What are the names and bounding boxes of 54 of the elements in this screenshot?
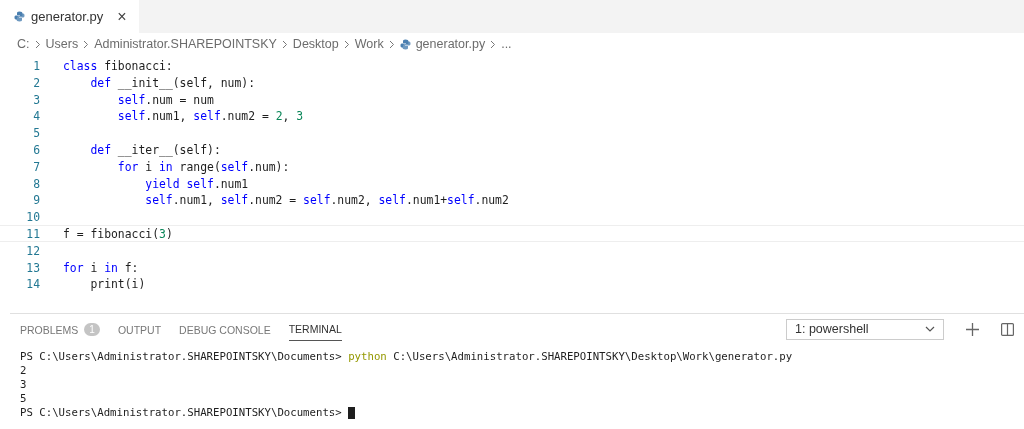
split-icon[interactable] bbox=[1001, 322, 1014, 336]
breadcrumb-item[interactable]: Work bbox=[354, 37, 384, 51]
line-number: 11 bbox=[25, 225, 40, 241]
panel-tab[interactable]: TERMINAL bbox=[288, 317, 342, 341]
terminal-line: 5 bbox=[20, 392, 27, 406]
line-number: 12 bbox=[25, 242, 40, 258]
python-file-icon bbox=[399, 38, 411, 50]
terminal-line: 2 bbox=[20, 364, 27, 378]
panel-tab[interactable]: DEBUG CONSOLE bbox=[179, 317, 271, 341]
line-number: 7 bbox=[32, 158, 40, 174]
chevron-icon bbox=[925, 326, 935, 332]
chevron-icon bbox=[281, 39, 288, 49]
code-line: def __iter__(self): bbox=[89, 142, 221, 157]
terminal-line: PS C:\Users\Administrator.SHAREPOINTSKY\Documents> bbox=[20, 406, 343, 420]
breadcrumb-item[interactable]: generator.py bbox=[415, 37, 486, 51]
chevron-icon bbox=[388, 39, 395, 49]
editor-tab[interactable]: generator.py × bbox=[0, 0, 139, 33]
line-number: 9 bbox=[32, 192, 40, 208]
code-line: self.num1, self.num2 = 2, 3 bbox=[116, 108, 304, 124]
code-line: class fibonacci: bbox=[63, 58, 173, 73]
close-icon[interactable]: × bbox=[117, 7, 127, 26]
chevron-icon bbox=[490, 39, 497, 49]
line-number: 5 bbox=[32, 125, 40, 140]
chevron-icon bbox=[343, 39, 350, 49]
code-line: print(i) bbox=[89, 276, 146, 292]
code-line: for i in f: bbox=[63, 259, 139, 275]
breadcrumb-item[interactable]: Users bbox=[45, 37, 79, 51]
terminal-line: PS C:\Users\Administrator.SHAREPOINTSKY\Documents> python C:\Users\Administrator.SHAREPOINTSKY\Desktop\Work\generator.py bbox=[20, 350, 793, 364]
chevron-icon bbox=[83, 39, 90, 49]
code-line: for i in range(self.num): bbox=[116, 158, 290, 174]
code-line: self.num = num bbox=[116, 91, 214, 107]
code-line: def __init__(self, num): bbox=[89, 74, 256, 90]
panel-tab[interactable]: OUTPUT bbox=[117, 317, 162, 341]
breadcrumb-item[interactable]: Desktop bbox=[292, 37, 339, 51]
terminal-dropdown[interactable]: 1: powershell bbox=[786, 318, 944, 340]
line-number: 1 bbox=[32, 58, 40, 73]
line-number: 6 bbox=[32, 142, 40, 157]
breadcrumb-item[interactable]: Administrator.SHAREPOINTSKY bbox=[94, 37, 277, 51]
breadcrumb-item[interactable]: ... bbox=[501, 37, 512, 51]
code-line: self.num1, self.num2 = self.num2, self.num1+self.num2 bbox=[144, 192, 509, 208]
python-file-icon bbox=[14, 11, 25, 22]
breadcrumb-item[interactable]: C: bbox=[17, 37, 30, 51]
terminal-line: 3 bbox=[20, 378, 27, 392]
code-line: yield self.num1 bbox=[144, 175, 249, 191]
chevron-icon bbox=[34, 39, 41, 49]
line-number: 8 bbox=[32, 175, 40, 191]
line-number: 3 bbox=[32, 91, 40, 107]
code-line: f = fibonacci(3) bbox=[63, 225, 173, 241]
line-number: 14 bbox=[25, 276, 40, 292]
line-number: 13 bbox=[25, 259, 40, 275]
line-number: 2 bbox=[32, 74, 40, 90]
plus-icon[interactable] bbox=[966, 322, 979, 336]
line-number: 10 bbox=[25, 209, 40, 224]
line-number: 4 bbox=[32, 108, 40, 124]
